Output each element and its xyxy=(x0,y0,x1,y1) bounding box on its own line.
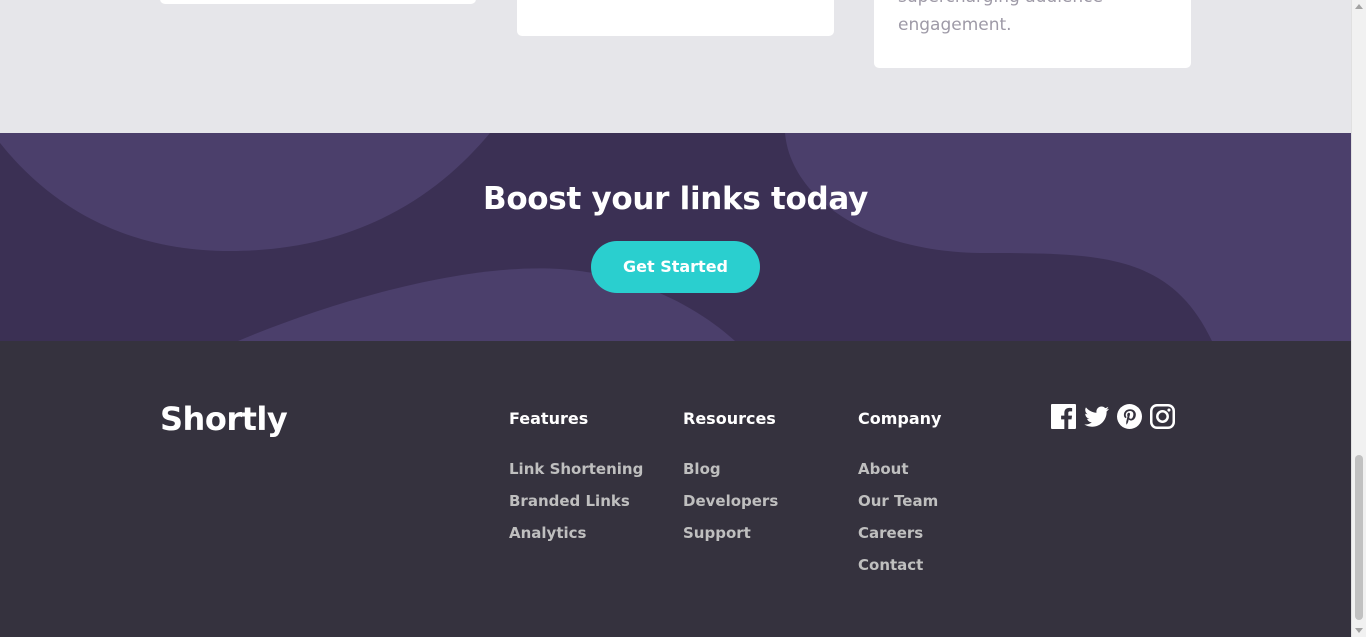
footer-column-heading: Features xyxy=(509,409,589,428)
footer-column-resources: Resources Blog Developers Support xyxy=(683,407,778,549)
footer-column-heading: Resources xyxy=(683,409,776,428)
footer-logo[interactable]: Shortly xyxy=(160,399,288,439)
footer-link-developers[interactable]: Developers xyxy=(683,485,778,517)
instagram-icon[interactable] xyxy=(1150,404,1175,429)
get-started-button[interactable]: Get Started xyxy=(591,241,760,293)
footer-link-our-team[interactable]: Our Team xyxy=(858,485,941,517)
boost-title: Boost your links today xyxy=(482,181,868,217)
footer-link-support[interactable]: Support xyxy=(683,517,778,549)
footer-link-list: Blog Developers Support xyxy=(683,453,778,549)
content-area: supercharging audience engagement. Boost… xyxy=(0,0,1351,637)
stat-card xyxy=(517,0,834,36)
footer-link-analytics[interactable]: Analytics xyxy=(509,517,643,549)
footer-link-contact[interactable]: Contact xyxy=(858,549,941,581)
footer-link-list: About Our Team Careers Contact xyxy=(858,453,941,581)
boost-section: Boost your links today Get Started xyxy=(0,133,1351,341)
scroll-up-arrow-icon[interactable] xyxy=(1355,4,1363,9)
boost-background-shapes xyxy=(0,133,1351,341)
stat-card xyxy=(160,0,476,4)
page: supercharging audience engagement. Boost… xyxy=(0,0,1366,637)
vertical-scrollbar[interactable] xyxy=(1351,0,1366,637)
footer-link-blog[interactable]: Blog xyxy=(683,453,778,485)
social-links xyxy=(1051,404,1175,430)
twitter-icon[interactable] xyxy=(1084,404,1109,429)
footer-link-link-shortening[interactable]: Link Shortening xyxy=(509,453,643,485)
footer-link-branded-links[interactable]: Branded Links xyxy=(509,485,643,517)
footer-link-list: Link Shortening Branded Links Analytics xyxy=(509,453,643,549)
footer-column-heading: Company xyxy=(858,409,942,428)
stat-card-description: supercharging audience engagement. xyxy=(898,0,1103,35)
stats-section: supercharging audience engagement. xyxy=(0,0,1351,133)
facebook-icon[interactable] xyxy=(1051,404,1076,429)
footer-column-company: Company About Our Team Careers Contact xyxy=(858,407,941,581)
footer-link-about[interactable]: About xyxy=(858,453,941,485)
scrollbar-thumb[interactable] xyxy=(1355,455,1363,620)
stat-card: supercharging audience engagement. xyxy=(874,0,1191,68)
pinterest-icon[interactable] xyxy=(1117,404,1142,429)
scroll-down-arrow-icon[interactable] xyxy=(1355,628,1363,633)
footer: Shortly Features Link Shortening Branded… xyxy=(0,341,1351,637)
footer-link-careers[interactable]: Careers xyxy=(858,517,941,549)
footer-column-features: Features Link Shortening Branded Links A… xyxy=(509,407,643,549)
